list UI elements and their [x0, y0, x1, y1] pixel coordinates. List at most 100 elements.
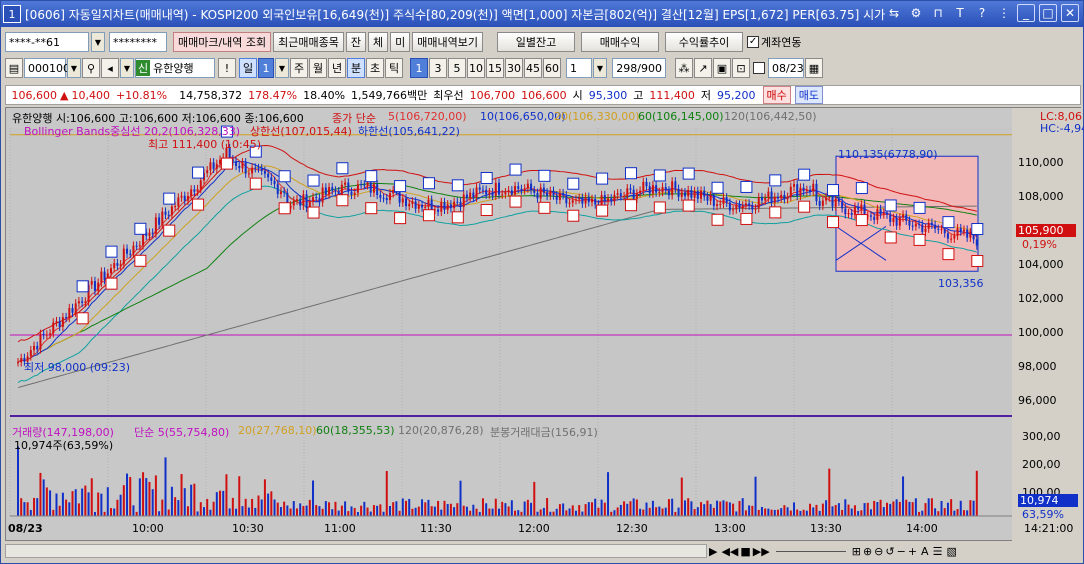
- balance-button[interactable]: 잔: [345, 32, 367, 52]
- filled-button[interactable]: 체: [368, 32, 389, 52]
- candle-body: [52, 322, 55, 334]
- daily-balance-button[interactable]: 일별잔고: [497, 32, 576, 52]
- interval-1[interactable]: 1: [410, 58, 428, 78]
- interval-10[interactable]: 10: [467, 58, 485, 78]
- image-icon[interactable]: ▧: [946, 545, 956, 558]
- period-weekly-button[interactable]: 주: [290, 58, 308, 78]
- buy-button[interactable]: 매수: [762, 86, 791, 104]
- alert-button[interactable]: !: [218, 58, 236, 78]
- candle-body: [77, 301, 80, 304]
- lock-icon[interactable]: ⊡: [732, 58, 750, 78]
- period-daily-button[interactable]: 일: [239, 58, 257, 78]
- last-icon[interactable]: ▶▶: [753, 545, 770, 558]
- chart-area[interactable]: 유한양행 시:106,600 고:106,600 저:106,600 종:106…: [5, 107, 1084, 542]
- check-icon[interactable]: ✓: [747, 36, 760, 48]
- period-second-button[interactable]: 초: [366, 58, 384, 78]
- layout-icon[interactable]: ▤: [5, 58, 23, 78]
- sound-dropdown[interactable]: ▼: [120, 58, 134, 78]
- volume-bar: [238, 476, 241, 516]
- text-icon[interactable]: A: [921, 545, 929, 558]
- candle-body: [869, 215, 872, 217]
- pin-icon[interactable]: ⊓: [929, 4, 947, 22]
- scroll-track[interactable]: [5, 544, 707, 558]
- draw-tool-icon[interactable]: ↗: [694, 58, 712, 78]
- interval-30[interactable]: 30: [505, 58, 523, 78]
- zoom-out-icon[interactable]: ⊖: [874, 545, 883, 558]
- menu-icon[interactable]: ⋮: [995, 4, 1013, 22]
- period-tick-button[interactable]: 틱: [385, 58, 403, 78]
- reset-icon[interactable]: ↺: [885, 545, 894, 558]
- candle-body: [318, 198, 321, 203]
- date-input[interactable]: 08/23: [768, 58, 804, 78]
- candle-body: [696, 191, 699, 199]
- interval-15[interactable]: 15: [486, 58, 504, 78]
- date-checkbox[interactable]: [753, 62, 765, 74]
- list-icon[interactable]: ☰: [933, 545, 943, 558]
- scroll-right-icon[interactable]: ▶: [709, 545, 717, 558]
- account-input[interactable]: ****-**61: [5, 32, 89, 52]
- link-icon[interactable]: ⇆: [885, 4, 903, 22]
- candle-body: [55, 321, 58, 323]
- code-dropdown[interactable]: ▼: [67, 58, 81, 78]
- price-chart-svg[interactable]: [6, 108, 1082, 542]
- period-yearly-button[interactable]: 년: [328, 58, 346, 78]
- volume-bar: [748, 505, 751, 516]
- unfilled-button[interactable]: 미: [390, 32, 411, 52]
- recent-trades-button[interactable]: 최근매매종목: [273, 32, 344, 52]
- zoom-fit-icon[interactable]: ⊞: [852, 545, 861, 558]
- help-icon[interactable]: ?: [973, 4, 991, 22]
- indicator-icon[interactable]: ⁂: [675, 58, 693, 78]
- volume-bar: [866, 502, 869, 516]
- volume-bar: [927, 498, 930, 516]
- account-dropdown[interactable]: ▼: [91, 32, 105, 52]
- sell-mark: [422, 177, 435, 190]
- candle-body: [799, 187, 802, 196]
- sound-icon[interactable]: ◂: [101, 58, 119, 78]
- candle-body: [764, 197, 767, 201]
- interval-5[interactable]: 5: [448, 58, 466, 78]
- volume-bar: [812, 507, 815, 516]
- trade-profit-button[interactable]: 매매수익: [581, 32, 660, 52]
- candle-body: [946, 233, 949, 239]
- count-select[interactable]: 1: [566, 58, 592, 78]
- interval-3[interactable]: 3: [429, 58, 447, 78]
- period-dropdown[interactable]: ▼: [275, 58, 289, 78]
- candle-body: [475, 187, 478, 198]
- calendar-icon[interactable]: ▦: [805, 58, 823, 78]
- period-monthly-button[interactable]: 월: [309, 58, 327, 78]
- volume-bar: [517, 510, 520, 516]
- trade-history-button[interactable]: 매매내역보기: [412, 32, 484, 52]
- sell-button[interactable]: 매도: [794, 86, 824, 104]
- buy-mark: [567, 209, 580, 222]
- candle-body: [732, 209, 735, 211]
- scroll-bar[interactable]: ▶ ◀◀ ■ ▶▶ ⊞ ⊕ ⊖ ↺ − + A ☰ ▧: [5, 541, 1081, 561]
- settings-icon[interactable]: ⚙: [907, 4, 925, 22]
- password-input[interactable]: ********: [109, 32, 167, 52]
- sell-mark: [971, 223, 984, 236]
- zoom-slider[interactable]: [775, 550, 846, 552]
- maximize-icon[interactable]: □: [1039, 4, 1057, 22]
- first-icon[interactable]: ◀◀: [721, 545, 738, 558]
- stock-code-input[interactable]: 000100: [24, 58, 70, 78]
- period-minute-button[interactable]: 분: [347, 58, 365, 78]
- stop-icon[interactable]: ■: [740, 545, 750, 558]
- current-price-pct: 0,19%: [1022, 238, 1057, 251]
- save-icon[interactable]: ▣: [713, 58, 731, 78]
- zoom-in-icon[interactable]: ⊕: [863, 545, 872, 558]
- candle-body: [260, 168, 263, 171]
- candle-body: [626, 188, 629, 197]
- interval-60[interactable]: 60: [543, 58, 561, 78]
- profit-rate-button[interactable]: 수익률추이: [665, 32, 744, 52]
- account-link-checkbox[interactable]: ✓ 계좌연동: [747, 34, 802, 50]
- trade-mark-query-button[interactable]: 매매마크/내역 조회: [173, 32, 272, 52]
- search-icon[interactable]: ⚲: [82, 58, 100, 78]
- plus-icon[interactable]: +: [908, 545, 917, 558]
- interval-45[interactable]: 45: [524, 58, 542, 78]
- minimize-icon[interactable]: _: [1017, 4, 1035, 22]
- font-icon[interactable]: T: [951, 4, 969, 22]
- period-number[interactable]: 1: [258, 58, 274, 78]
- close-icon[interactable]: ✕: [1061, 4, 1079, 22]
- stock-name-field[interactable]: 신 유한양행: [135, 58, 215, 78]
- count-dropdown[interactable]: ▼: [593, 58, 607, 78]
- minus-icon[interactable]: −: [897, 545, 906, 558]
